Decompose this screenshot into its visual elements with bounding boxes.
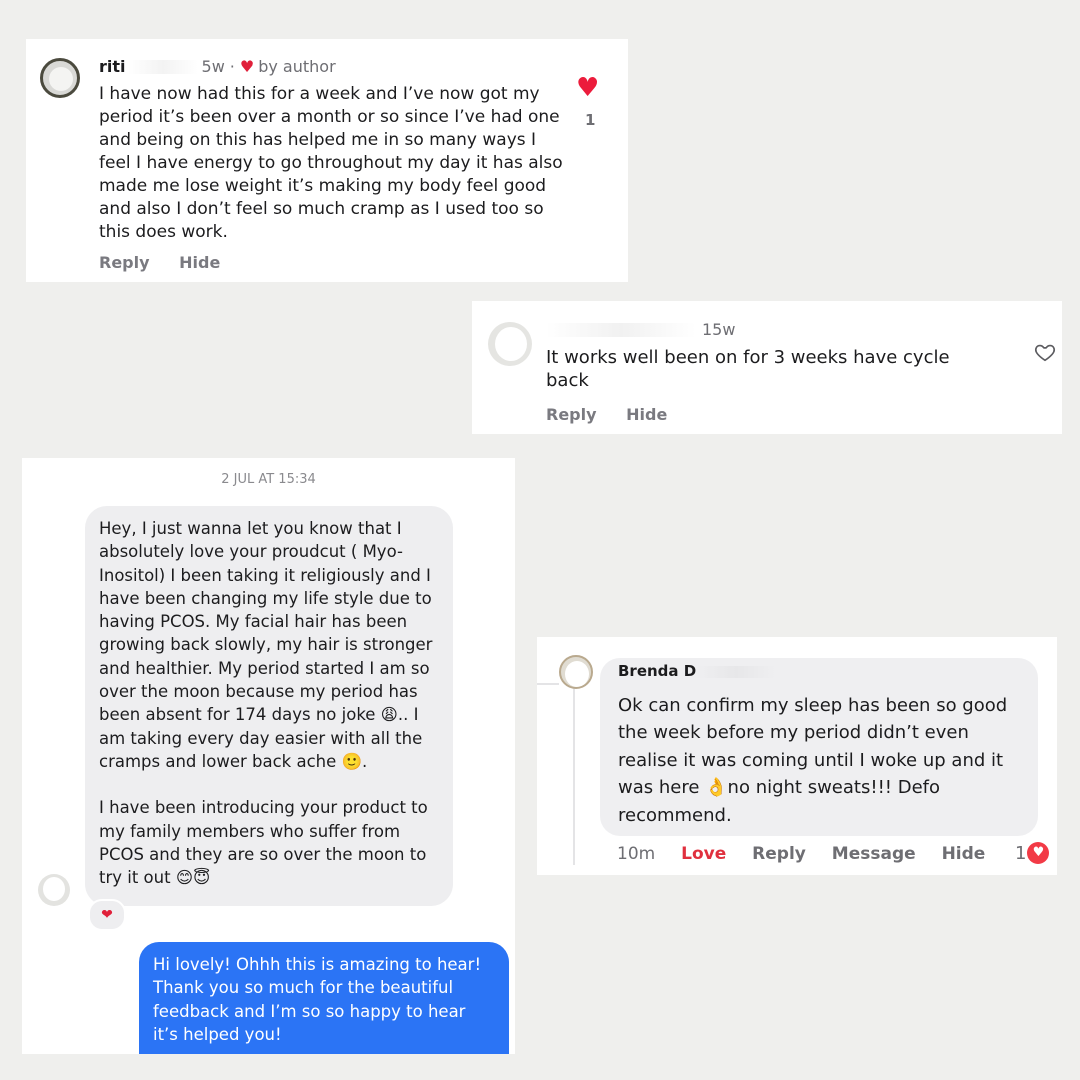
message-timestamp: 2 JUL AT 15:34 (221, 472, 316, 487)
commenter-name[interactable]: riti (99, 57, 126, 76)
avatar[interactable] (559, 655, 593, 689)
redacted-name (696, 665, 777, 678)
reply-button[interactable]: Reply (752, 844, 806, 864)
love-button[interactable]: Love (681, 844, 726, 864)
like-count: 1 (585, 111, 596, 129)
redacted-name (127, 59, 198, 74)
thread-line (573, 687, 575, 865)
comment-card-1: riti 5w · ♥ by author I have now had thi… (26, 39, 628, 282)
outgoing-message-text: Hi lovely! Ohhh this is amazing to hear!… (153, 955, 482, 1044)
comment-card-4: Brenda D Ok can confirm my sleep has bee… (537, 637, 1057, 875)
comment-card-2: 15w It works well been on for 3 weeks ha… (472, 301, 1062, 434)
separator: · (229, 57, 235, 76)
incoming-message-paragraph-1: Hey, I just wanna let you know that I ab… (99, 519, 433, 771)
redacted-name (546, 322, 696, 337)
reaction-count: 1 (1015, 842, 1027, 864)
hide-button[interactable]: Hide (179, 253, 220, 272)
commenter-name[interactable]: Brenda D (618, 662, 777, 680)
comment-actions: Reply Hide (546, 405, 691, 424)
heart-reaction-icon: ♥ (1027, 842, 1050, 864)
comment-text: I have now had this for a week and I’ve … (99, 84, 563, 242)
comment-actions: Reply Hide (99, 253, 244, 272)
comment-age: 15w (702, 320, 736, 339)
thread-connector (537, 669, 559, 685)
hide-button[interactable]: Hide (626, 405, 667, 424)
avatar[interactable] (488, 322, 532, 366)
commenter-name-text: Brenda D (618, 662, 697, 680)
author-like-label: by author (258, 57, 336, 76)
comment-meta: 15w (546, 320, 735, 339)
heart-reaction-icon[interactable]: ❤ (88, 899, 126, 931)
hide-button[interactable]: Hide (942, 844, 986, 864)
comment-text: Ok can confirm my sleep has been so good… (618, 695, 1008, 826)
comment-bubble: Brenda D Ok can confirm my sleep has bee… (600, 658, 1038, 836)
outgoing-message-bubble[interactable]: Hi lovely! Ohhh this is amazing to hear!… (139, 942, 509, 1054)
heart-outline-icon[interactable] (1034, 341, 1056, 363)
incoming-message-bubble[interactable]: Hey, I just wanna let you know that I ab… (85, 506, 453, 906)
avatar[interactable] (40, 58, 80, 98)
avatar[interactable] (38, 874, 70, 906)
comment-age: 10m (617, 844, 656, 864)
comment-meta: riti 5w · ♥ by author (99, 57, 336, 76)
incoming-message-paragraph-2: I have been introducing your product to … (99, 798, 428, 888)
incoming-message-text: Hey, I just wanna let you know that I ab… (99, 517, 445, 889)
heart-filled-icon[interactable]: ♥ (576, 75, 599, 101)
reply-button[interactable]: Reply (546, 405, 597, 424)
heart-icon: ♥ (239, 57, 255, 76)
comment-actions: 10m Love Reply Message Hide (617, 844, 1005, 864)
comment-age: 5w (201, 57, 225, 76)
comment-text: It works well been on for 3 weeks have c… (546, 347, 950, 391)
dm-conversation-card: 2 JUL AT 15:34 Hey, I just wanna let you… (22, 458, 515, 1054)
reply-button[interactable]: Reply (99, 253, 150, 272)
reaction-summary[interactable]: 1 ♥ (1015, 842, 1050, 864)
message-button[interactable]: Message (832, 844, 916, 864)
